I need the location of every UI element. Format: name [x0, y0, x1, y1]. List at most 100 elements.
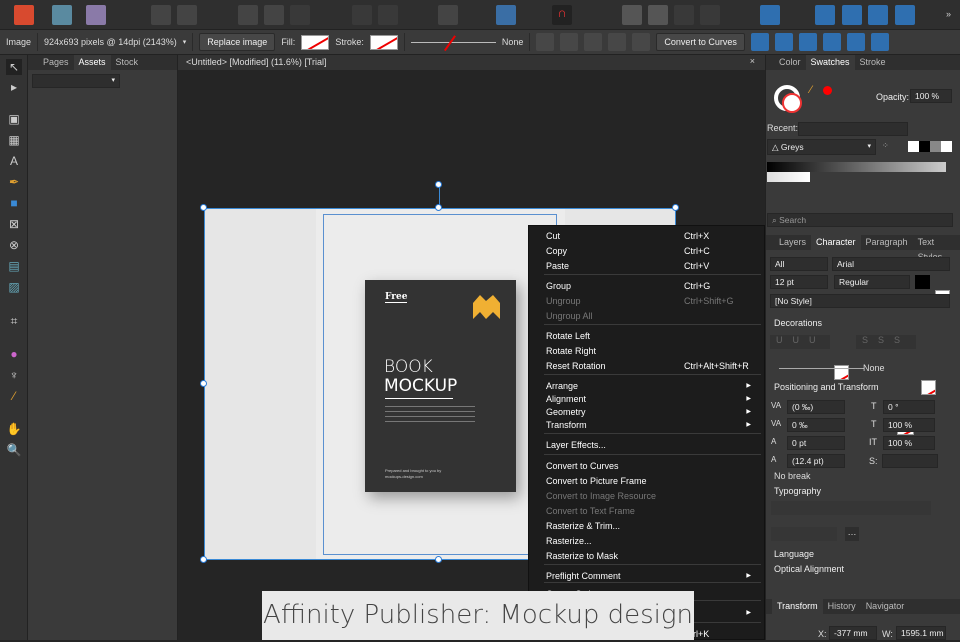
preflight-off-icon[interactable]: [177, 5, 197, 25]
crop-tool-icon[interactable]: ⌗: [6, 313, 22, 329]
view-mode-icon[interactable]: [438, 5, 458, 25]
menu-item-convert-to-image-resource[interactable]: Convert to Image Resource: [546, 489, 761, 504]
node-tool-icon[interactable]: ▸: [6, 79, 22, 95]
eyedropper-tool-icon[interactable]: ⁄: [6, 388, 22, 404]
strikethrough-buttons[interactable]: SSS: [856, 335, 916, 349]
preflight-icon[interactable]: [151, 5, 171, 25]
strikethrough-color-swatch[interactable]: [921, 380, 936, 395]
tab-navigator[interactable]: Navigator: [861, 599, 910, 614]
text-wrap-icon[interactable]: [496, 5, 516, 25]
pin-small-icon[interactable]: [378, 5, 398, 25]
horizontal-scale-field[interactable]: 100 %: [883, 418, 935, 432]
script-dropdown[interactable]: [882, 454, 938, 468]
greys-swatches-row2[interactable]: [767, 172, 810, 182]
ligature-buttons[interactable]: [771, 527, 837, 541]
replace-image-button[interactable]: Replace image: [199, 33, 276, 51]
rectangle-tool-icon[interactable]: ■: [6, 195, 22, 211]
tab-paragraph[interactable]: Paragraph: [861, 235, 913, 250]
document-tab[interactable]: <Untitled> [Modified] (11.6%) [Trial]: [178, 55, 765, 70]
menu-item-transform[interactable]: Transform ▶: [546, 418, 761, 433]
frame-icon[interactable]: [290, 5, 310, 25]
publisher-persona-icon[interactable]: [14, 5, 34, 25]
stroke-swatch[interactable]: [369, 34, 398, 50]
crop-icon[interactable]: [560, 33, 579, 51]
tab-stroke[interactable]: Stroke: [855, 55, 891, 70]
x-field[interactable]: -377 mm: [829, 626, 877, 640]
menu-item-group[interactable]: Group Ctrl+G: [546, 279, 761, 294]
menu-item-ungroup[interactable]: Ungroup Ctrl+Shift+G: [546, 294, 761, 309]
resize-handle-tl[interactable]: [200, 204, 207, 211]
menu-item-convert-to-curves[interactable]: Convert to Curves: [546, 459, 761, 474]
rotate-right-icon[interactable]: [895, 5, 915, 25]
table-tool-icon[interactable]: ▦: [6, 132, 22, 148]
character-style-dropdown[interactable]: [No Style]: [770, 294, 950, 308]
scale-icon[interactable]: [584, 33, 603, 51]
rotate-left-icon[interactable]: [868, 5, 888, 25]
place-image-tool-icon[interactable]: ▤: [6, 258, 22, 274]
color-swatch-row[interactable]: [908, 141, 952, 152]
pin-icon[interactable]: [352, 5, 372, 25]
more-chevron-icon[interactable]: »: [946, 9, 951, 19]
menu-item-rasterize[interactable]: Rasterize...: [546, 534, 761, 549]
w-field[interactable]: 1595.1 mm: [896, 626, 946, 640]
menu-item-rasterize-to-mask[interactable]: Rasterize to Mask: [546, 549, 761, 564]
hand-tool-icon[interactable]: ✋: [6, 421, 22, 437]
align-top-icon[interactable]: [822, 33, 841, 51]
arrange-forward-icon[interactable]: [648, 5, 668, 25]
picture-frame-tool-icon[interactable]: ⊠: [6, 216, 22, 232]
opacity-field[interactable]: 100 %: [910, 89, 952, 103]
flip-vertical-icon[interactable]: [842, 5, 862, 25]
palette-dropdown[interactable]: △ Greys ▾: [767, 139, 876, 155]
image-info-dropdown[interactable]: 924x693 pixels @ 14dpi (2143%): [44, 37, 177, 47]
transform-origin-icon[interactable]: [536, 33, 555, 51]
menu-item-layer-effects[interactable]: Layer Effects...: [546, 438, 761, 453]
tab-character[interactable]: Character: [811, 235, 861, 250]
resize-handle-tr[interactable]: [672, 204, 679, 211]
no-break-checkbox[interactable]: No break: [774, 471, 811, 481]
tab-color[interactable]: Color: [774, 55, 806, 70]
tab-swatches[interactable]: Swatches: [805, 55, 855, 70]
scope-dropdown[interactable]: All: [770, 257, 828, 271]
arrange-top-icon[interactable]: [700, 5, 720, 25]
decorations-heading[interactable]: Decorations: [774, 318, 822, 328]
ellipse-frame-icon[interactable]: [264, 5, 284, 25]
leading-field[interactable]: (12.4 pt): [787, 454, 845, 468]
font-family-dropdown[interactable]: Arial: [832, 257, 950, 271]
menu-item-convert-to-text-frame[interactable]: Convert to Text Frame: [546, 504, 761, 519]
menu-item-rasterize-trim[interactable]: Rasterize & Trim...: [546, 519, 761, 534]
tab-transform[interactable]: Transform: [772, 599, 823, 614]
menu-item-reset-rotation[interactable]: Reset Rotation Ctrl+Alt+Shift+R: [546, 359, 761, 374]
menu-item-ungroup-all[interactable]: Ungroup All: [546, 309, 761, 324]
fill-swatch[interactable]: [301, 34, 330, 50]
typography-buttons[interactable]: [771, 501, 931, 515]
tab-text-styles[interactable]: Text Styles: [913, 235, 960, 262]
asset-category-dropdown[interactable]: ▾: [32, 74, 120, 88]
distort-icon[interactable]: [608, 33, 627, 51]
typography-heading[interactable]: Typography: [774, 486, 821, 496]
underline-buttons[interactable]: UUU: [770, 335, 830, 349]
resize-handle-b[interactable]: [435, 556, 442, 563]
text-frame-icon[interactable]: [238, 5, 258, 25]
greys-swatches[interactable]: [767, 162, 946, 172]
tab-stock[interactable]: Stock: [111, 55, 144, 70]
kerning-field[interactable]: (0 ‰): [787, 400, 845, 414]
stroke-width-slider[interactable]: [410, 34, 496, 51]
color-picker-tool-icon[interactable]: ●: [6, 346, 22, 362]
fill-tool-icon[interactable]: ♆: [6, 367, 22, 383]
align-left-icon[interactable]: [750, 33, 769, 51]
vector-crop-tool-icon[interactable]: ▨: [6, 279, 22, 295]
font-size-field[interactable]: 12 pt: [770, 275, 828, 289]
palette-menu-icon[interactable]: ⁘: [882, 141, 889, 150]
arrange-front-icon[interactable]: [674, 5, 694, 25]
zoom-tool-icon[interactable]: 🔍: [6, 442, 22, 458]
menu-item-preflight-comment[interactable]: Preflight Comment ▶: [546, 569, 761, 584]
align-center-icon[interactable]: [774, 33, 793, 51]
ellipse-frame-tool-icon[interactable]: ⊗: [6, 237, 22, 253]
resize-handle-t[interactable]: [435, 204, 442, 211]
align-middle-icon[interactable]: [846, 33, 865, 51]
resize-handle-bl[interactable]: [200, 556, 207, 563]
menu-item-paste[interactable]: Paste Ctrl+V: [546, 259, 761, 274]
flip-horizontal-icon[interactable]: [815, 5, 835, 25]
optical-alignment-heading[interactable]: Optical Alignment: [774, 564, 844, 574]
text-color-swatch[interactable]: [915, 275, 930, 289]
